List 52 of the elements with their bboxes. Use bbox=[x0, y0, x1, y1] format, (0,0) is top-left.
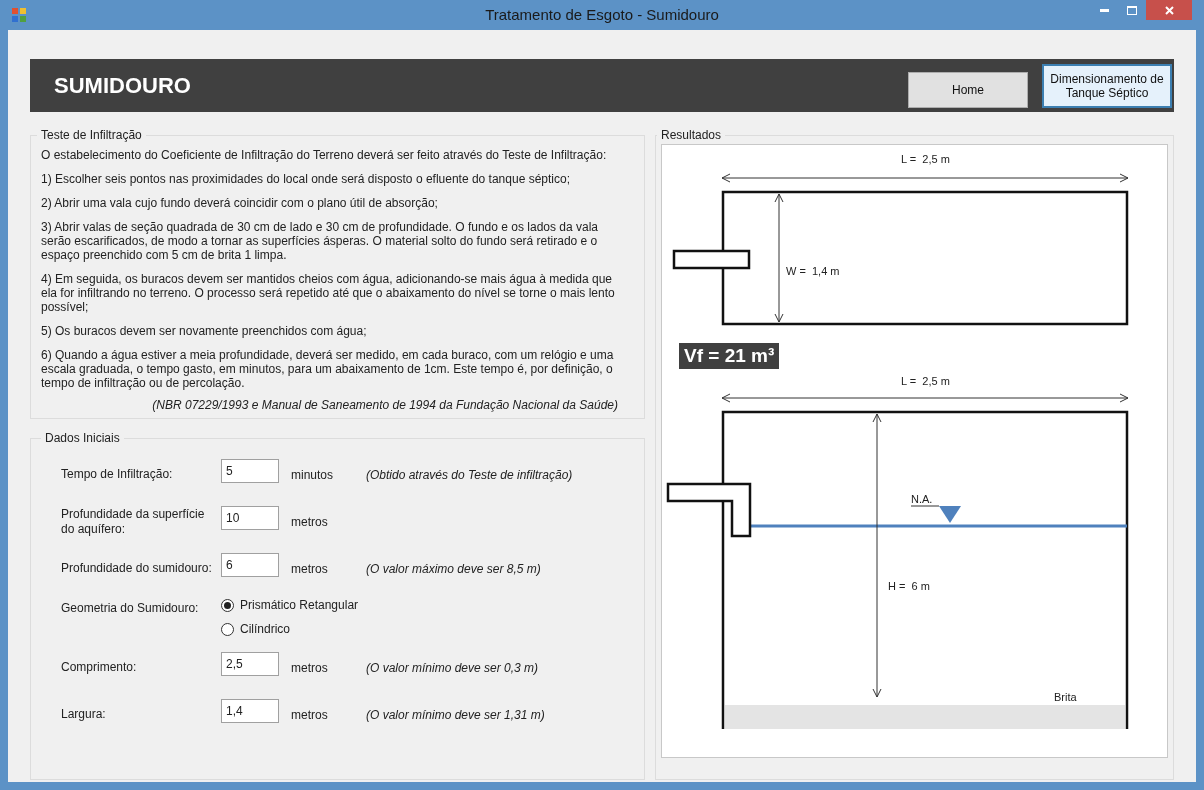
unit-label: metros bbox=[291, 560, 329, 578]
group-title: Resultados bbox=[660, 127, 723, 144]
maximize-icon bbox=[1127, 5, 1137, 15]
instruction-text: 5) Os buracos devem ser novamente preenchidos com água; bbox=[41, 324, 368, 338]
field-label: Tempo de Infiltração: bbox=[60, 467, 174, 482]
field-label: Largura: bbox=[60, 707, 107, 722]
app-icon bbox=[12, 8, 26, 22]
radio-label: Prismático Retangular bbox=[240, 597, 359, 614]
input-field[interactable]: 5 bbox=[221, 458, 279, 483]
radio-button[interactable] bbox=[221, 622, 234, 636]
input-field[interactable]: 6 bbox=[221, 552, 279, 577]
instruction-text: 6) Quando a água estiver a meia profundidade, deverá ser medido, em cada buraco, com um relógio e uma escala graduada, o tempo gasto, em minutos, para um abaixamento de 1cm. Este tempo é, por definição, o tempo de infiltração ou de percolação. bbox=[41, 348, 615, 390]
close-button[interactable] bbox=[1146, 0, 1192, 20]
window-title: Tratamento de Esgoto - Sumidouro bbox=[485, 4, 719, 25]
hint-text: (O valor máximo deve ser 8,5 m) bbox=[366, 560, 541, 578]
hint-text: (O valor mínimo deve ser 1,31 m) bbox=[366, 706, 545, 724]
hint-text: (O valor mínimo deve ser 0,3 m) bbox=[366, 659, 539, 677]
group-title: Teste de Infiltração bbox=[40, 127, 143, 144]
page-title: SUMIDOURO bbox=[54, 72, 192, 100]
water-level-label: N.A. bbox=[911, 492, 933, 507]
field-label: Profundidade da superfície do aquífero: bbox=[60, 506, 206, 537]
close-icon bbox=[1164, 5, 1174, 15]
radio-button[interactable] bbox=[221, 598, 234, 612]
input-field[interactable]: 2,5 bbox=[221, 651, 279, 676]
unit-label: minutos bbox=[291, 466, 335, 484]
instruction-text: O estabelecimento do Coeficiente de Infiltração do Terreno deverá ser feito através do Teste de Infiltração: bbox=[41, 148, 608, 162]
group-title: Dados Iniciais bbox=[44, 430, 121, 447]
unit-label: metros bbox=[291, 513, 329, 531]
dimension-label: L = 2,5 m bbox=[901, 374, 950, 389]
instruction-text: 4) Em seguida, os buracos devem ser mantidos cheios com água, adicionando-se mais água à medida que ela for infiltrando no terreno. O processo será repetido até que o abaixamento do nível se torne o mais lento possível; bbox=[41, 272, 616, 314]
unit-label: metros bbox=[291, 706, 329, 724]
instruction-text: 2) Abrir uma vala cujo fundo deverá coincidir com o plano útil de absorção; bbox=[41, 196, 439, 210]
unit-label: metros bbox=[291, 659, 329, 677]
volume-label: Vf = 21 m³ bbox=[679, 343, 780, 369]
field-label: Geometria do Sumidouro: bbox=[60, 600, 200, 617]
field-label: Profundidade do sumidouro: bbox=[60, 561, 213, 576]
instruction-text: 3) Abrir valas de seção quadrada de 30 cm de lado e 30 cm de profundidade. O fundo e os lados da vala serão escarificados, de modo a tornar as superfícies ásperas. O material solto do fundo será retirado e o espaço preenchido com 5 cm de brita 1 limpa. bbox=[41, 220, 600, 262]
water-level-marker-icon bbox=[910, 505, 961, 523]
radio-label: Cilíndrico bbox=[240, 621, 290, 638]
dimension-label: L = 2,5 m bbox=[901, 152, 950, 167]
input-field[interactable]: 1,4 bbox=[221, 698, 279, 723]
instruction-text: 1) Escolher seis pontos nas proximidades do local onde será disposto o efluente do tanque séptico; bbox=[41, 172, 571, 186]
minimize-icon bbox=[1099, 8, 1109, 12]
hint-text: (Obtido através do Teste de infiltração) bbox=[366, 466, 573, 484]
dimension-label: W = 1,4 m bbox=[786, 264, 840, 279]
input-field[interactable]: 10 bbox=[221, 505, 279, 530]
gravel-label: Brita bbox=[1054, 690, 1077, 705]
reference-text: (NBR 07229/1993 e Manual de Saneamento de 1994 da Fundação Nacional da Saúde) bbox=[151, 398, 619, 412]
dimension-label: H = 6 m bbox=[888, 579, 930, 594]
nav-button[interactable]: Home bbox=[908, 71, 1028, 108]
nav-button[interactable]: Dimensionamento de Tanque Séptico bbox=[1042, 63, 1172, 108]
field-label: Comprimento: bbox=[60, 660, 138, 675]
